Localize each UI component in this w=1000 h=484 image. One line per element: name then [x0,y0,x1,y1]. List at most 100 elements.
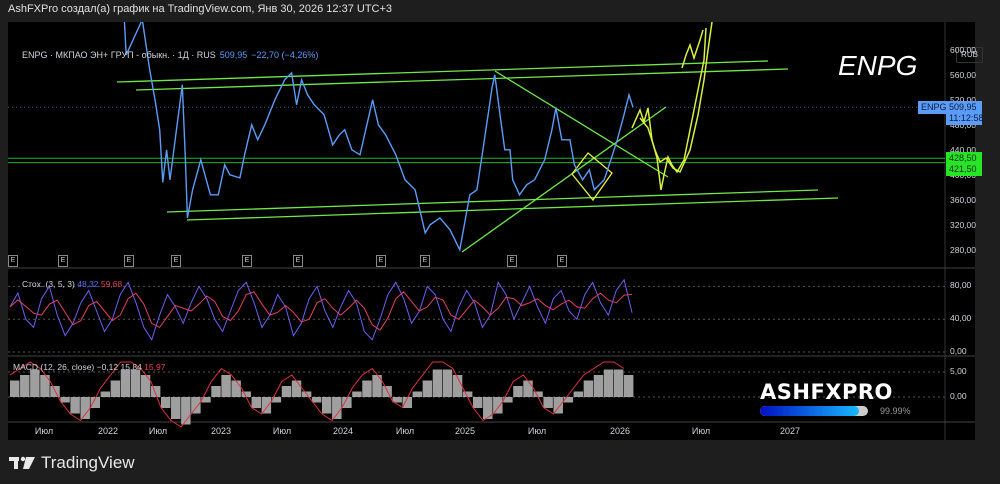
price-tick-label: 560,00 [950,70,976,80]
macd-histogram-bar [623,375,634,397]
progress-fill [760,406,860,416]
tradingview-logo[interactable]: TradingView [9,453,135,473]
earnings-marker[interactable]: E [242,255,252,267]
earnings-marker[interactable]: E [420,255,430,267]
time-tick-label: 2023 [210,426,232,436]
stoch-legend[interactable]: Стох. (3, 5, 3) 48,32 59,68 [22,279,122,289]
watermark-title: ENPG [838,50,918,81]
price-tick-label: 360,00 [950,195,976,205]
macd-histogram-bar [191,397,201,414]
macd-histogram-bar [100,391,111,397]
macd-histogram-bar [362,380,372,397]
earnings-marker[interactable]: E [171,255,181,267]
macd-histogram-bar [130,369,141,397]
progress-bar [760,406,868,416]
time-tick-label: 2026 [609,426,631,436]
ashfxpro-logo: ASHFXPRO [760,380,893,404]
earnings-marker[interactable]: E [58,255,68,267]
time-tick-label: 2025 [454,426,476,436]
stoch-k-value: 48,32 [77,279,99,289]
macd-histogram-bar [543,397,553,408]
symbol-legend[interactable]: ENPG · МКПАО ЭН+ ГРУП - обыкн. · 1Д · RU… [22,50,318,60]
macd-histogram-bar [211,386,221,397]
chart-header: AshFXPro создал(а) график на TradingView… [8,3,393,15]
macd-histogram-bar [472,397,483,408]
price-tick-label: 320,00 [950,220,976,230]
progress-label: 99.99% [880,406,911,416]
symbol-name: ENPG · МКПАО ЭН+ ГРУП - обыкн. · 1Д · RU… [22,50,216,60]
price-tag-value: 509,95 [949,102,977,113]
time-tick-label: Июл [148,426,168,436]
macd-histogram-bar [603,369,614,397]
macd-histogram-bar [432,369,443,397]
macd-histogram-bar [60,397,70,403]
macd-histogram-bar [20,375,30,397]
macd-histogram-bar [80,397,90,419]
stoch-tick-label: 40,00 [950,313,972,324]
macd-histogram-bar [150,386,161,397]
earnings-marker[interactable]: E [293,255,303,267]
macd-legend[interactable]: MACD (12, 26, close) −0,12 15,84 15,97 [13,362,165,372]
macd-histogram-bar [291,380,302,397]
level-tag-value: 421,50 [949,164,977,175]
macd-signal-value: 15,97 [144,362,166,372]
bar-countdown: 11:12:58 [949,113,984,124]
macd-histogram-bar [412,391,423,397]
tradingview-logo-icon [9,456,35,469]
chart-canvas[interactable] [8,22,975,440]
time-tick-label: Июл [34,426,54,436]
macd-histogram-bar [221,375,231,397]
earnings-marker[interactable]: E [557,255,567,267]
macd-histogram-bar [110,380,121,397]
macd-hist-value: −0,12 [96,362,119,372]
macd-histogram-bar [493,397,503,414]
macd-histogram-bar [231,380,241,397]
projection-path-drawing [681,29,704,69]
trendline-drawing [135,68,789,91]
macd-histogram-bar [553,397,563,414]
macd-histogram-bar [332,397,342,419]
time-tick-label: 2027 [779,426,801,436]
macd-histogram-bar [261,397,272,414]
macd-histogram-bar [573,391,584,397]
time-tick-label: 2024 [332,426,354,436]
time-tick-label: Июл [691,426,711,436]
price-change: −22,70 (−4,26%) [251,50,319,60]
macd-histogram-bar [593,375,604,397]
macd-histogram-bar [171,397,181,419]
macd-histogram-bar [10,380,20,397]
earnings-marker[interactable]: E [507,255,517,267]
symbol-price-tag: ENPG [918,101,950,115]
macd-histogram-bar [281,386,292,397]
macd-tick-label: 5,00 [950,366,967,376]
level-tag-value: 428,50 [949,153,977,164]
time-tick-label: 2022 [97,426,119,436]
earnings-marker[interactable]: E [376,255,386,267]
trendline-drawing [461,106,667,253]
last-price-tag: 509,95 11:12:58 [946,101,984,126]
macd-histogram-bar [422,380,433,397]
projection-path-drawing [631,27,707,191]
trendline-drawing [116,60,769,83]
earnings-marker[interactable]: E [124,255,134,267]
price-tick-label: 600,00 [950,45,976,55]
macd-tick-label: 0,00 [950,391,967,401]
time-tick-label: Июл [527,426,547,436]
macd-histogram-bar [120,369,131,397]
macd-histogram-bar [160,397,171,408]
price-tick-label: 280,00 [950,245,976,255]
chart-area[interactable]: ENPG · МКПАО ЭН+ ГРУП - обыкн. · 1Д · RU… [8,22,983,440]
macd-histogram-bar [70,397,80,414]
time-tick-label: Июл [272,426,292,436]
macd-histogram-bar [523,380,533,397]
macd-histogram-bar [251,397,262,408]
time-tick-label: Июл [395,426,415,436]
macd-histogram-bar [311,397,322,403]
macd-histogram-bar [613,369,624,397]
stoch-tick-label: 0,00 [950,346,967,356]
macd-histogram-bar [30,369,40,397]
earnings-marker[interactable]: E [8,255,18,267]
macd-histogram-bar [322,397,332,414]
last-price: 509,95 [219,50,248,60]
stoch-tick-label: 80,00 [950,280,972,291]
